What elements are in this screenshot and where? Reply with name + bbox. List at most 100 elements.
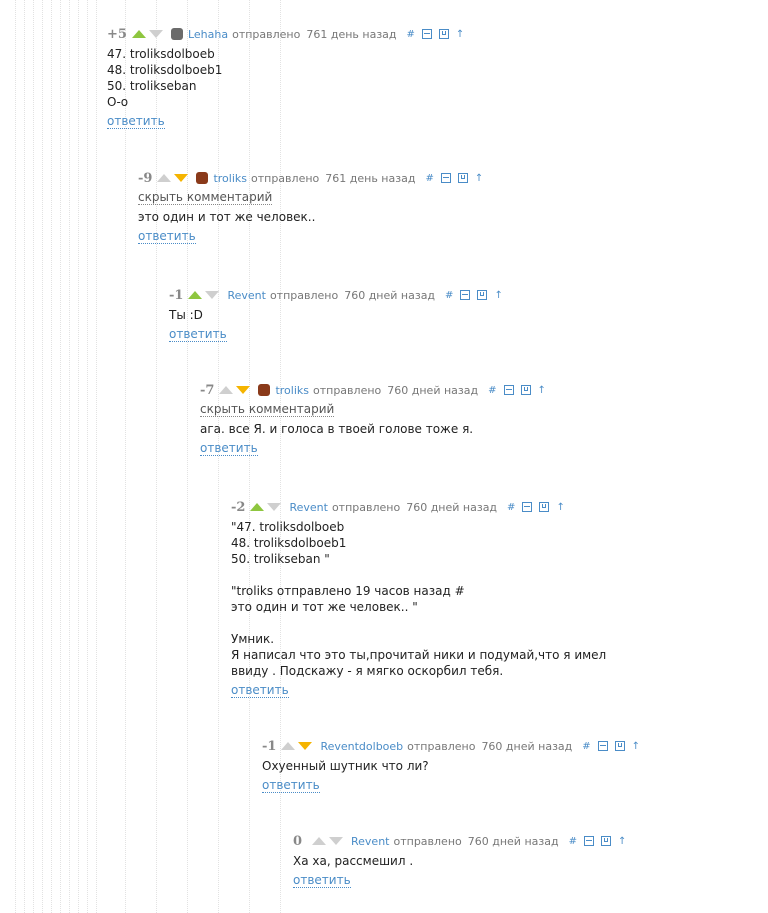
reply-link[interactable]: ответить	[138, 229, 196, 244]
parent-arrow-icon[interactable]: ↑	[494, 290, 502, 301]
author-link[interactable]: troliks	[275, 384, 309, 397]
author-link[interactable]: Lehaha	[188, 28, 228, 41]
comment-text: это один и тот же человек..	[138, 210, 316, 224]
thread-guide	[15, 0, 16, 913]
sent-label: отправлено	[232, 27, 301, 41]
comment-text: Ха ха, рассмешил .	[293, 854, 414, 868]
thread-guide	[187, 0, 188, 913]
collapse-icon[interactable]	[503, 385, 514, 395]
parent-arrow-icon[interactable]: ↑	[538, 385, 546, 396]
upvote-icon[interactable]	[250, 503, 265, 511]
thread-guide	[96, 0, 97, 913]
downvote-icon[interactable]	[205, 291, 220, 299]
comment-score: -7	[200, 382, 215, 398]
downvote-icon[interactable]	[267, 503, 282, 511]
comment-time: 760 дней назад	[481, 739, 573, 753]
downvote-icon[interactable]	[329, 837, 343, 845]
comment-text: Охуенный шутник что ли?	[262, 759, 429, 773]
sent-label: отправлено	[313, 383, 382, 397]
thread-guide	[156, 0, 157, 913]
parent-arrow-icon[interactable]: ↑	[456, 29, 464, 40]
thread-guide	[87, 0, 88, 913]
thread-guide	[125, 0, 126, 913]
collapse-icon[interactable]	[460, 290, 471, 300]
save-icon[interactable]	[520, 385, 531, 395]
upvote-icon[interactable]	[219, 386, 234, 394]
permalink-icon[interactable]: #	[582, 741, 590, 752]
hide-comment-link[interactable]: скрыть комментарий	[200, 402, 335, 417]
parent-arrow-icon[interactable]: ↑	[618, 836, 626, 847]
reply-link[interactable]: ответить	[262, 778, 320, 793]
permalink-icon[interactable]: #	[425, 173, 433, 184]
parent-arrow-icon[interactable]: ↑	[556, 502, 564, 513]
comment-time: 760 дней назад	[467, 834, 559, 848]
comment-time: 760 дней назад	[344, 288, 436, 302]
author-link[interactable]: Revent	[351, 835, 389, 848]
comment-meta: 0 Revent отправлено 760 дней назад # ↑	[293, 833, 713, 849]
reply-link[interactable]: ответить	[200, 441, 258, 456]
author-link[interactable]: troliks	[213, 172, 247, 185]
sent-label: отправлено	[393, 834, 462, 848]
downvote-icon[interactable]	[148, 30, 163, 38]
permalink-icon[interactable]: #	[569, 836, 577, 847]
downvote-icon[interactable]	[298, 742, 313, 750]
comment-time: 761 день назад	[325, 171, 416, 185]
hide-comment-link[interactable]: скрыть комментарий	[138, 190, 273, 205]
permalink-icon[interactable]: #	[407, 29, 415, 40]
comment-score: +5	[107, 26, 127, 42]
downvote-icon[interactable]	[174, 174, 189, 182]
sent-label: отправлено	[269, 288, 339, 302]
comment-text: "47. troliksdolboeb 48. troliksdolboeb1 …	[231, 520, 607, 678]
permalink-icon[interactable]: #	[488, 385, 496, 396]
upvote-icon[interactable]	[281, 742, 296, 750]
comment: 0 Revent отправлено 760 дней назад # ↑ Ха ха, …	[293, 833, 713, 888]
comment-time: 761 день назад	[306, 27, 397, 41]
comment-meta: -1 Reventdolboeb отправлено 760 дней назад #…	[262, 738, 712, 754]
save-icon[interactable]	[600, 836, 611, 846]
thread-guide	[24, 0, 25, 913]
parent-arrow-icon[interactable]: ↑	[475, 173, 483, 184]
upvote-icon[interactable]	[131, 30, 146, 38]
parent-arrow-icon[interactable]: ↑	[632, 741, 640, 752]
reply-link[interactable]: ответить	[107, 114, 165, 129]
upvote-icon[interactable]	[312, 837, 326, 845]
comment: -2 Revent отправлено 760 дней назад # ↑ "47. t…	[231, 499, 711, 698]
reply-link[interactable]: ответить	[169, 327, 227, 342]
downvote-icon[interactable]	[236, 386, 251, 394]
collapse-icon[interactable]	[440, 173, 451, 183]
comment-meta: -7 troliks отправлено 760 дней назад # ↑	[200, 382, 710, 398]
author-link[interactable]: Revent	[289, 501, 327, 514]
comment-time: 760 дней назад	[387, 383, 479, 397]
permalink-icon[interactable]: #	[507, 502, 515, 513]
avatar	[258, 384, 271, 396]
collapse-icon[interactable]	[597, 741, 608, 751]
comment: -7 troliks отправлено 760 дней назад # ↑ скрыт…	[200, 382, 710, 456]
comment-score: -2	[231, 499, 246, 515]
thread-guide	[69, 0, 70, 913]
save-icon[interactable]	[438, 29, 449, 39]
save-icon[interactable]	[614, 741, 625, 751]
upvote-icon[interactable]	[157, 174, 172, 182]
author-link[interactable]: Revent	[227, 289, 265, 302]
upvote-icon[interactable]	[188, 291, 203, 299]
reply-link[interactable]: ответить	[293, 873, 351, 888]
reply-link[interactable]: ответить	[231, 683, 289, 698]
thread-guide	[42, 0, 43, 913]
comment-score: -1	[169, 287, 184, 303]
thread-guide	[249, 0, 250, 913]
comment-time: 760 дней назад	[406, 500, 498, 514]
collapse-icon[interactable]	[421, 29, 432, 39]
comment: -1 Reventdolboeb отправлено 760 дней назад #…	[262, 738, 712, 793]
permalink-icon[interactable]: #	[445, 290, 453, 301]
comment: +5 Lehaha отправлено 761 день назад # ↑ 47. tr…	[107, 26, 707, 129]
comment-text: Ты :D	[169, 308, 203, 322]
comment: -1 Revent отправлено 760 дней назад # ↑ Ты :D о…	[169, 287, 709, 342]
collapse-icon[interactable]	[522, 502, 533, 512]
save-icon[interactable]	[539, 502, 550, 512]
comment-score: 0	[293, 833, 303, 849]
comment-meta: +5 Lehaha отправлено 761 день назад # ↑	[107, 26, 707, 42]
save-icon[interactable]	[457, 173, 468, 183]
save-icon[interactable]	[477, 290, 488, 300]
collapse-icon[interactable]	[583, 836, 594, 846]
author-link[interactable]: Reventdolboeb	[320, 740, 403, 753]
